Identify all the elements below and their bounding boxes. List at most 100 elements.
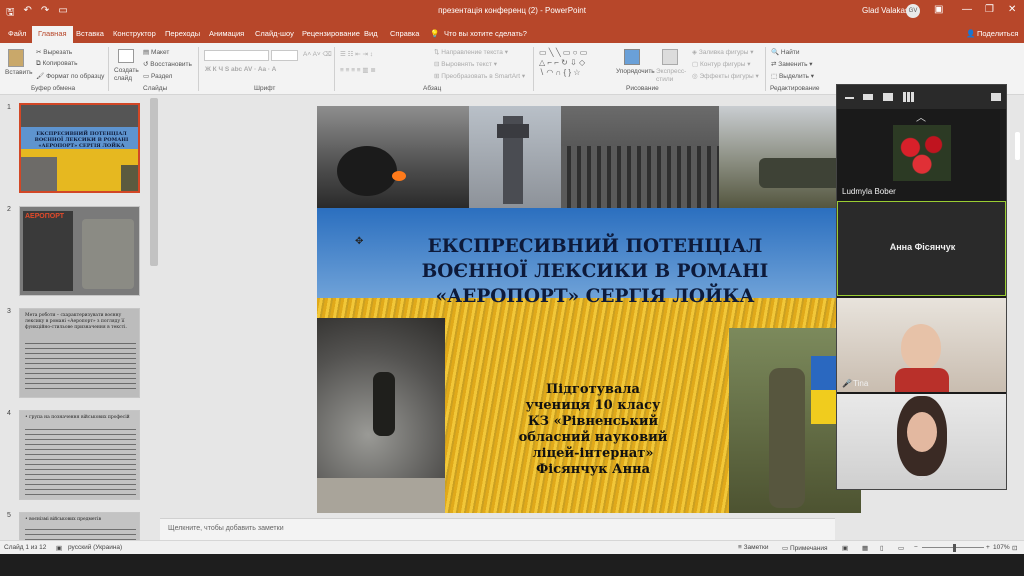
normal-view-icon[interactable]: ▣ — [842, 544, 848, 552]
right-edge-scrollbar[interactable] — [1015, 132, 1020, 160]
font-size-input[interactable] — [271, 50, 298, 61]
slide-author-block[interactable]: Підготувала учениця 10 класу КЗ «Рівненс… — [513, 382, 673, 478]
share-button[interactable]: Поделиться — [977, 29, 1018, 38]
language-indicator[interactable]: русский (Украина) — [68, 544, 122, 551]
thumbnail-number: 5 — [7, 512, 11, 519]
tab-insert[interactable]: Вставка — [76, 29, 104, 38]
select-button[interactable]: ⬚ Выделить ▾ — [771, 72, 814, 80]
tab-view[interactable]: Вид — [364, 29, 378, 38]
participant-avatar-roses — [893, 125, 951, 181]
gallery-view-icon[interactable] — [903, 92, 914, 102]
tell-me-search[interactable]: Что вы хотите сделать? — [444, 29, 527, 38]
notes-placeholder[interactable]: Щелкните, чтобы добавить заметки — [168, 525, 284, 532]
find-button[interactable]: 🔍 Найти — [771, 48, 799, 56]
spellcheck-icon[interactable]: ▣ — [56, 544, 62, 552]
layout-button[interactable]: ▤ Макет — [143, 48, 169, 56]
thumbnail-slide-3[interactable]: Мета роботи – схарактеризувати воєнну ле… — [19, 308, 140, 398]
notes-toggle[interactable]: ≡ Заметки — [738, 544, 768, 551]
fit-slide-icon[interactable]: ⊡ — [1012, 544, 1017, 552]
thumbnail-slide-4[interactable]: • група на позначення військових професі… — [19, 410, 140, 500]
ribbon-display-icon[interactable]: ▣ — [934, 4, 943, 15]
tab-help[interactable]: Справка — [390, 29, 419, 38]
zoom-in-icon[interactable]: + — [986, 544, 990, 551]
photo-burning-airport — [317, 106, 469, 208]
new-slide-button[interactable]: Создать слайд — [114, 67, 142, 83]
scroll-down-icon[interactable]: ﹀ — [916, 473, 926, 488]
reading-view-icon[interactable]: ▯ — [880, 544, 884, 552]
cut-button[interactable]: ✂ Вырезать — [36, 48, 72, 56]
participant-tile-active-speaker[interactable]: Анна Фісянчук — [837, 201, 1006, 296]
notes-pane[interactable]: Щелкните, чтобы добавить заметки — [160, 518, 835, 540]
quick-styles-button[interactable]: Экспресс-стили — [656, 68, 686, 84]
close-icon[interactable]: ✕ — [1008, 4, 1016, 15]
slideshow-view-icon[interactable]: ▭ — [898, 544, 904, 552]
restore-icon[interactable]: ❐ — [985, 4, 994, 15]
paragraph-group-label: Абзац — [423, 85, 442, 92]
tab-design[interactable]: Конструктор — [113, 29, 156, 38]
shape-fill-button[interactable]: ◈ Заливка фигуры ▾ — [692, 48, 754, 56]
font-size-buttons[interactable]: A˄ A˅ ⌫ — [303, 50, 332, 58]
shape-effects-button[interactable]: ◎ Эффекты фигуры ▾ — [692, 72, 759, 80]
section-button[interactable]: ▭ Раздел — [143, 72, 172, 80]
text-direction-button[interactable]: ⇅ Направление текста ▾ — [434, 48, 508, 56]
tab-file[interactable]: Файл — [8, 29, 26, 38]
thumbnail-scrollbar[interactable] — [150, 98, 158, 266]
photo-destroyed-terminal — [561, 106, 719, 208]
speaker-view-icon[interactable] — [863, 94, 873, 100]
microphone-muted-icon: 🎤 — [842, 379, 852, 388]
minimize-icon[interactable] — [845, 97, 854, 99]
smartart-button[interactable]: ⊞ Преобразовать в SmartArt ▾ — [434, 72, 525, 80]
participant-tile[interactable]: Ludmyla Bober — [837, 125, 1006, 199]
thumbnail-number: 3 — [7, 308, 11, 315]
tab-review[interactable]: Рецензирование — [302, 29, 360, 38]
tab-animations[interactable]: Анимация — [209, 29, 244, 38]
quick-styles-icon[interactable] — [662, 49, 678, 65]
taskbar-strip — [0, 554, 1024, 576]
participant-name: Ludmyla Bober — [842, 187, 896, 196]
zoom-out-icon[interactable]: − — [914, 544, 918, 551]
arrange-button[interactable]: Упорядочить — [616, 68, 655, 75]
tab-slideshow[interactable]: Слайд-шоу — [255, 29, 294, 38]
participant-tile[interactable]: 🎤 Tina — [837, 298, 1006, 392]
zoom-level[interactable]: 107% — [993, 544, 1010, 551]
shape-outline-button[interactable]: ▢ Контур фигуры ▾ — [692, 60, 750, 68]
font-name-input[interactable] — [204, 50, 269, 61]
paste-icon[interactable] — [8, 49, 24, 67]
comments-toggle[interactable]: ▭ Примечания — [782, 544, 827, 552]
shapes-gallery[interactable]: ▭ ╲ ╲ ▭ ○ ▭ △ ⌐ ⌐ ↻ ⇩ ◇ ∖ ◠ ∩ { } ☆ — [539, 48, 609, 80]
format-painter-button[interactable]: 🖌 Формат по образцу — [36, 72, 104, 80]
list-buttons[interactable]: ☰ ☷ ⇤ ⇥ ↕ — [340, 50, 373, 58]
slide-thumbnail-pane: 1 ЕКСПРЕСИВНИЙ ПОТЕНЦІАЛ ВОЄННОЇ ЛЕКСИКИ … — [0, 96, 160, 540]
replace-button[interactable]: ⇄ Заменить ▾ — [771, 60, 813, 68]
scroll-up-icon[interactable]: ︿ — [916, 109, 926, 124]
tab-transitions[interactable]: Переходы — [165, 29, 200, 38]
thumbnail-slide-5[interactable]: • воєнізмі військових предметів — [19, 512, 140, 540]
align-text-button[interactable]: ⊟ Выровнять текст ▾ — [434, 60, 497, 68]
thumbnail-title: ЕКСПРЕСИВНИЙ ПОТЕНЦІАЛ ВОЄННОЇ ЛЕКСИКИ В … — [34, 131, 129, 149]
status-bar: Слайд 1 из 12 ▣ русский (Украина) ≡ Заме… — [0, 540, 1024, 554]
slide-canvas[interactable]: ЕКСПРЕСИВНИЙ ПОТЕНЦІАЛ ВОЄННОЇ ЛЕКСИКИ В… — [317, 106, 861, 513]
slide-title[interactable]: ЕКСПРЕСИВНИЙ ПОТЕНЦІАЛ ВОЄННОЇ ЛЕКСИКИ В… — [357, 234, 833, 309]
copy-button[interactable]: ⧉ Копировать — [36, 60, 77, 68]
photo-soldier-smoke — [317, 318, 445, 513]
minimize-icon[interactable]: — — [962, 4, 972, 15]
share-icon: 👤 — [966, 29, 976, 38]
new-slide-icon[interactable] — [118, 49, 134, 63]
slide-sorter-icon[interactable]: ▦ — [862, 544, 868, 552]
thumbnail-slide-2[interactable]: АЕРОПОРТ — [19, 206, 140, 296]
arrange-icon[interactable] — [624, 49, 640, 65]
avatar[interactable]: GV — [906, 4, 920, 18]
participant-name: Tina — [853, 379, 869, 388]
exit-minimized-icon[interactable] — [991, 93, 1001, 101]
thumbnail-slide-1[interactable]: ЕКСПРЕСИВНИЙ ПОТЕНЦІАЛ ВОЄННОЇ ЛЕКСИКИ В … — [19, 103, 140, 193]
photo-control-tower — [469, 106, 561, 208]
font-format-buttons[interactable]: Ж К Ч S abc AV · Aa · A — [205, 66, 276, 73]
thumbnail-view-icon[interactable] — [883, 93, 893, 101]
title-bar: 🖫 ↶ ↷ ▭ презентація конференц (2) - Powe… — [0, 0, 1024, 23]
zoom-slider-thumb[interactable] — [953, 544, 956, 552]
paste-button[interactable]: Вставить — [5, 69, 33, 76]
reset-button[interactable]: ↺ Восстановить — [143, 60, 192, 68]
tab-home[interactable]: Главная — [32, 26, 73, 43]
align-buttons[interactable]: ≡ ≡ ≡ ≡ ▥ ≣ — [340, 66, 376, 74]
user-name[interactable]: Glad Valakas — [862, 6, 909, 15]
